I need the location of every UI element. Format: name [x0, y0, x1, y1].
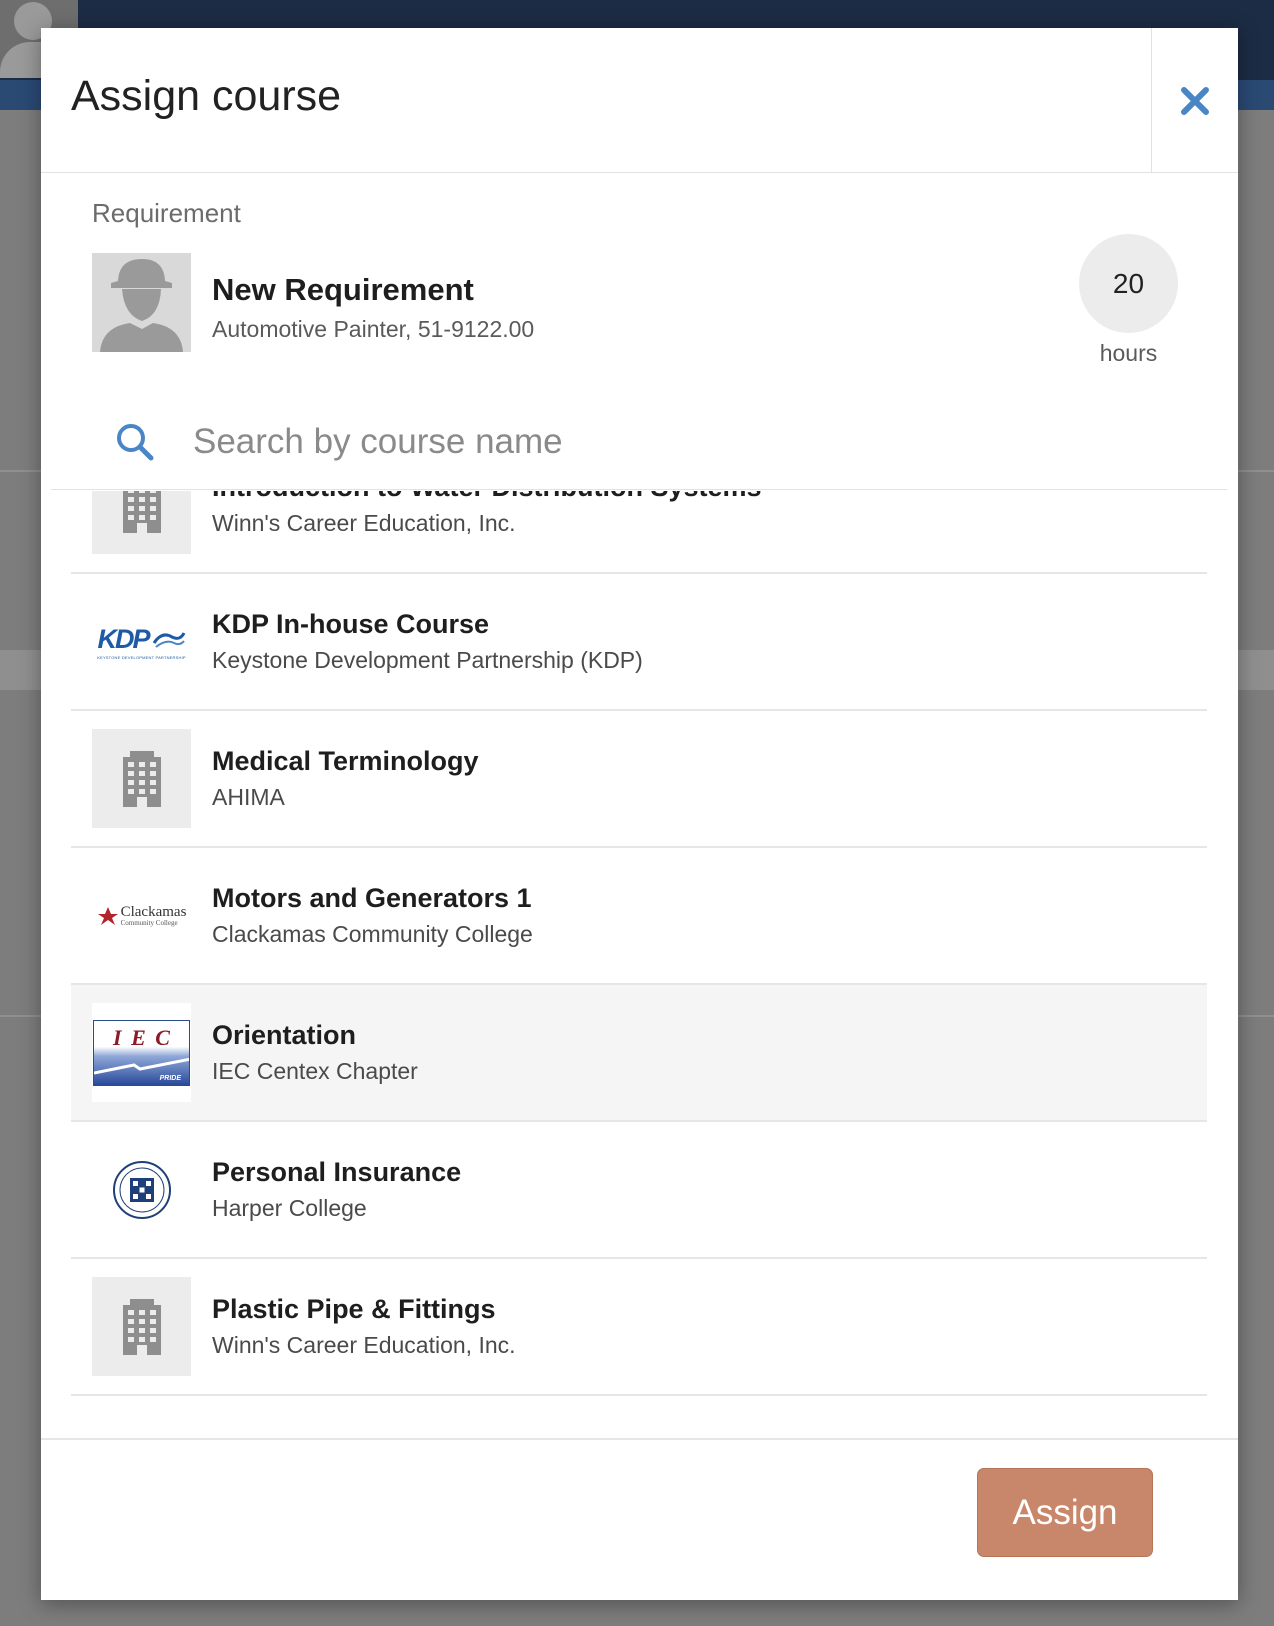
course-org: Winn's Career Education, Inc. [212, 510, 516, 536]
building-icon [92, 491, 191, 554]
course-name: KDP In-house Course [212, 609, 490, 639]
course-name: Introduction to Water Distribution Syste… [212, 491, 762, 503]
modal-header: Assign course [41, 28, 1238, 173]
clackamas-logo: Clackamas Community College [92, 866, 191, 965]
course-name: Medical Terminology [212, 746, 479, 776]
close-icon[interactable] [1180, 86, 1210, 116]
course-name: Plastic Pipe & Fittings [212, 1294, 496, 1324]
assign-button[interactable]: Assign [977, 1468, 1153, 1557]
course-list[interactable]: Introduction to Water Distribution Syste… [71, 491, 1207, 1421]
modal-footer: Assign [41, 1438, 1238, 1600]
building-icon [92, 729, 191, 828]
course-item[interactable]: KDP KEYSTONE DEVELOPMENT PARTNERSHIP KDP… [71, 574, 1207, 711]
modal-title: Assign course [71, 72, 342, 120]
course-org: Harper College [212, 1195, 367, 1221]
course-item[interactable]: Introduction to Water Distribution Syste… [71, 491, 1207, 574]
iec-logo: I E C PRIDE [92, 1003, 191, 1102]
close-button[interactable] [1151, 28, 1238, 173]
worker-silhouette-icon [92, 253, 191, 352]
course-org: Winn's Career Education, Inc. [212, 1332, 516, 1358]
hours-label: hours [1099, 340, 1158, 366]
hours-badge: 20 [1079, 234, 1178, 333]
search-input[interactable] [193, 414, 1093, 470]
course-item[interactable]: Plastic Pipe & Fittings Winn's Career Ed… [71, 1259, 1207, 1396]
course-item[interactable]: I E C PRIDE Orientation IEC Centex Chapt… [71, 985, 1207, 1122]
kdp-logo: KDP KEYSTONE DEVELOPMENT PARTNERSHIP [97, 623, 186, 660]
course-item[interactable]: Clackamas Community College Motors and G… [71, 848, 1207, 985]
search-icon [117, 424, 154, 461]
requirement-subtitle: Automotive Painter, 51-9122.00 [212, 316, 535, 342]
course-org: Clackamas Community College [212, 921, 533, 947]
building-icon [92, 1277, 191, 1376]
course-org: IEC Centex Chapter [212, 1058, 418, 1084]
course-org: Keystone Development Partnership (KDP) [212, 647, 643, 673]
course-org: AHIMA [212, 784, 285, 810]
search-bar [51, 398, 1227, 490]
assign-course-modal: Assign course Requirement New Requiremen… [41, 28, 1238, 1600]
course-name: Personal Insurance [212, 1157, 462, 1187]
course-item[interactable]: Medical Terminology AHIMA [71, 711, 1207, 848]
harper-seal-logo [92, 1140, 191, 1239]
course-name: Orientation [212, 1020, 357, 1050]
course-item[interactable]: Personal Insurance Harper College [71, 1122, 1207, 1259]
requirement-title: New Requirement [212, 272, 474, 307]
course-name: Motors and Generators 1 [212, 883, 532, 913]
requirement-section-label: Requirement [92, 198, 241, 228]
